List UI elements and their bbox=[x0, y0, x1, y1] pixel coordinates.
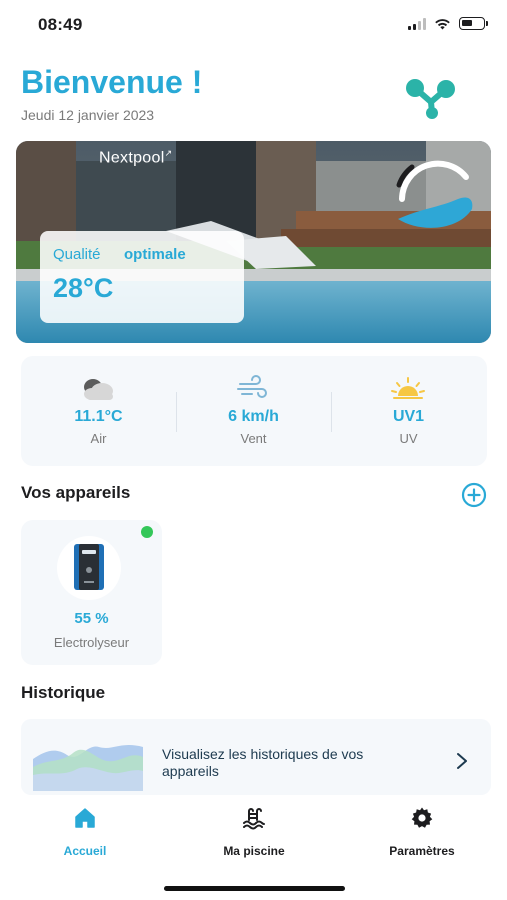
status-bar: 08:49 bbox=[0, 0, 507, 50]
brand-logo: Nextpool↗ bbox=[99, 148, 172, 167]
quality-value: optimale bbox=[124, 246, 186, 263]
signal-icon bbox=[408, 17, 426, 30]
cloud-icon bbox=[84, 379, 113, 400]
air-temperature: 11.1°C bbox=[74, 408, 123, 425]
tab-label: Ma piscine bbox=[223, 844, 285, 858]
area-chart-icon bbox=[33, 745, 143, 791]
device-value: 55 % bbox=[74, 610, 109, 627]
plus-circle-icon[interactable] bbox=[460, 481, 488, 509]
weather-wind: 6 km/h Vent bbox=[176, 356, 331, 466]
weather-panel: 11.1°C Air 6 km/h Vent UV1 UV bbox=[21, 356, 487, 466]
pool-hero-card[interactable]: Nextpool↗ Qualité optimale 28°C bbox=[16, 141, 491, 343]
status-time: 08:49 bbox=[38, 15, 83, 34]
quality-label: Qualité bbox=[53, 246, 101, 263]
history-section-title: Historique bbox=[21, 683, 106, 702]
sun-icon bbox=[391, 377, 425, 399]
tab-parametres[interactable]: Paramètres bbox=[362, 806, 482, 858]
home-icon bbox=[75, 808, 95, 828]
weather-uv: UV1 UV bbox=[331, 356, 486, 466]
tab-label: Paramètres bbox=[389, 844, 455, 858]
current-date: Jeudi 12 janvier 2023 bbox=[21, 107, 155, 123]
wind-speed: 6 km/h bbox=[228, 408, 279, 425]
electrolyser-icon bbox=[57, 536, 121, 600]
battery-level bbox=[462, 20, 472, 26]
wifi-icon bbox=[435, 18, 450, 29]
wind-icon bbox=[237, 375, 267, 398]
uv-label: UV bbox=[399, 431, 418, 446]
brand-mark: ↗ bbox=[164, 148, 173, 158]
weather-air: 11.1°C Air bbox=[21, 356, 176, 466]
device-status-indicator bbox=[141, 526, 153, 538]
history-card-text: Visualisez les historiques de vos appare… bbox=[162, 746, 364, 779]
brand-name: Nextpool bbox=[99, 149, 165, 167]
tab-bar: Accueil Ma piscine Paramètres bbox=[0, 800, 507, 900]
page-title: Bienvenue ! bbox=[21, 64, 203, 100]
battery-icon bbox=[459, 17, 488, 30]
chevron-right-icon bbox=[457, 753, 467, 769]
tab-accueil[interactable]: Accueil bbox=[25, 806, 145, 858]
uv-index: UV1 bbox=[392, 408, 425, 425]
tab-ma-piscine[interactable]: Ma piscine bbox=[194, 806, 314, 858]
gear-icon bbox=[411, 807, 433, 828]
status-icons bbox=[408, 17, 488, 30]
home-indicator[interactable] bbox=[164, 886, 345, 891]
pool-icon bbox=[243, 808, 265, 830]
device-name: Electrolyseur bbox=[53, 635, 130, 650]
quality-gauge bbox=[396, 160, 473, 228]
wind-label: Vent bbox=[240, 431, 267, 446]
air-label: Air bbox=[90, 431, 107, 446]
molecule-icon[interactable] bbox=[402, 76, 458, 120]
quality-card: Qualité optimale 28°C bbox=[40, 231, 244, 323]
history-card[interactable]: Visualisez les historiques de vos appare… bbox=[21, 719, 491, 795]
tab-label: Accueil bbox=[63, 844, 107, 858]
screen: 08:49 Bienvenue ! Jeudi 12 janvier 2023 bbox=[0, 0, 507, 900]
device-card[interactable]: 55 % Electrolyseur bbox=[21, 520, 162, 665]
devices-section-title: Vos appareils bbox=[21, 483, 131, 502]
water-temperature: 28°C bbox=[53, 273, 114, 303]
